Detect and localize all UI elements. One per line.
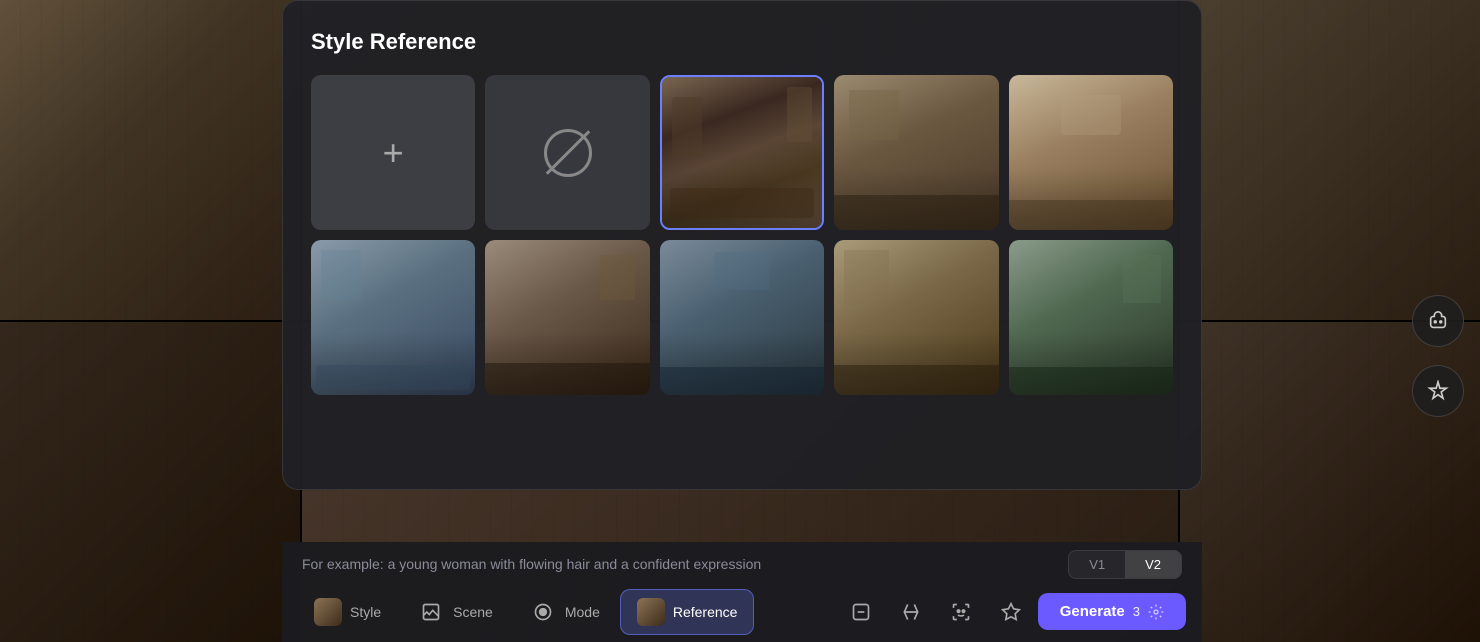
room-preview-3 xyxy=(1009,75,1173,230)
no-style-icon xyxy=(544,129,592,177)
room-preview-7 xyxy=(834,240,998,395)
generate-count: 3 xyxy=(1133,604,1140,619)
style-reference-modal: Style Reference + xyxy=(282,0,1202,490)
reference-thumb xyxy=(637,598,665,626)
bg-room-1 xyxy=(0,0,300,320)
remove-button[interactable] xyxy=(840,591,882,633)
style-image-5[interactable] xyxy=(485,240,649,395)
style-thumb xyxy=(314,598,342,626)
style-image-6[interactable] xyxy=(660,240,824,395)
sparkle-icon xyxy=(1427,380,1449,402)
image-grid: + xyxy=(311,75,1173,395)
generate-label: Generate xyxy=(1060,603,1125,620)
assistant-button[interactable] xyxy=(1412,295,1464,347)
tab-reference[interactable]: Reference xyxy=(620,589,755,635)
room-preview-4 xyxy=(311,240,475,395)
tab-mode-label: Mode xyxy=(565,604,600,620)
favorite-button[interactable] xyxy=(990,591,1032,633)
compare-button[interactable] xyxy=(890,591,932,633)
minus-square-icon xyxy=(851,602,871,622)
generate-settings-icon xyxy=(1148,604,1164,620)
room-preview-6 xyxy=(660,240,824,395)
plus-icon: + xyxy=(371,131,415,175)
room-preview-1 xyxy=(662,77,822,228)
style-image-3[interactable] xyxy=(1009,75,1173,230)
modal-title: Style Reference xyxy=(311,29,1173,55)
room-preview-5 xyxy=(485,240,649,395)
style-image-2[interactable] xyxy=(834,75,998,230)
tab-style-label: Style xyxy=(350,604,381,620)
mode-icon-wrapper xyxy=(529,598,557,626)
prompt-placeholder: For example: a young woman with flowing … xyxy=(302,556,1068,572)
add-image-button[interactable]: + xyxy=(311,75,475,230)
compare-icon xyxy=(901,602,921,622)
bg-room-4 xyxy=(0,322,300,642)
style-image-1[interactable] xyxy=(660,75,824,230)
generate-button[interactable]: Generate 3 xyxy=(1038,593,1186,630)
style-image-4[interactable] xyxy=(311,240,475,395)
face-button[interactable] xyxy=(940,591,982,633)
room-preview-2 xyxy=(834,75,998,230)
tab-reference-label: Reference xyxy=(673,604,738,620)
star-icon xyxy=(1001,602,1021,622)
scene-icon xyxy=(421,602,441,622)
room-preview-8 xyxy=(1009,240,1173,395)
tab-scene[interactable]: Scene xyxy=(401,590,509,634)
tab-mode[interactable]: Mode xyxy=(513,590,616,634)
version-v1-button[interactable]: V1 xyxy=(1069,551,1125,578)
bg-room-3 xyxy=(1180,0,1480,320)
scene-icon-wrapper xyxy=(417,598,445,626)
style-image-7[interactable] xyxy=(834,240,998,395)
style-image-8[interactable] xyxy=(1009,240,1173,395)
version-toggle: V1 V2 xyxy=(1068,550,1182,579)
no-style-button[interactable] xyxy=(485,75,649,230)
style-thumb-image xyxy=(314,598,342,626)
toolbar-tabs-row: Style Scene Mode xyxy=(298,589,1186,635)
assistant-icon xyxy=(1427,310,1449,332)
version-v2-button[interactable]: V2 xyxy=(1125,551,1181,578)
face-scan-icon xyxy=(951,602,971,622)
assistant-button-2[interactable] xyxy=(1412,365,1464,417)
mode-icon xyxy=(533,602,553,622)
tab-scene-label: Scene xyxy=(453,604,493,620)
bottom-toolbar: For example: a young woman with flowing … xyxy=(282,542,1202,642)
prompt-row: For example: a young woman with flowing … xyxy=(298,550,1186,579)
tab-style[interactable]: Style xyxy=(298,590,397,634)
